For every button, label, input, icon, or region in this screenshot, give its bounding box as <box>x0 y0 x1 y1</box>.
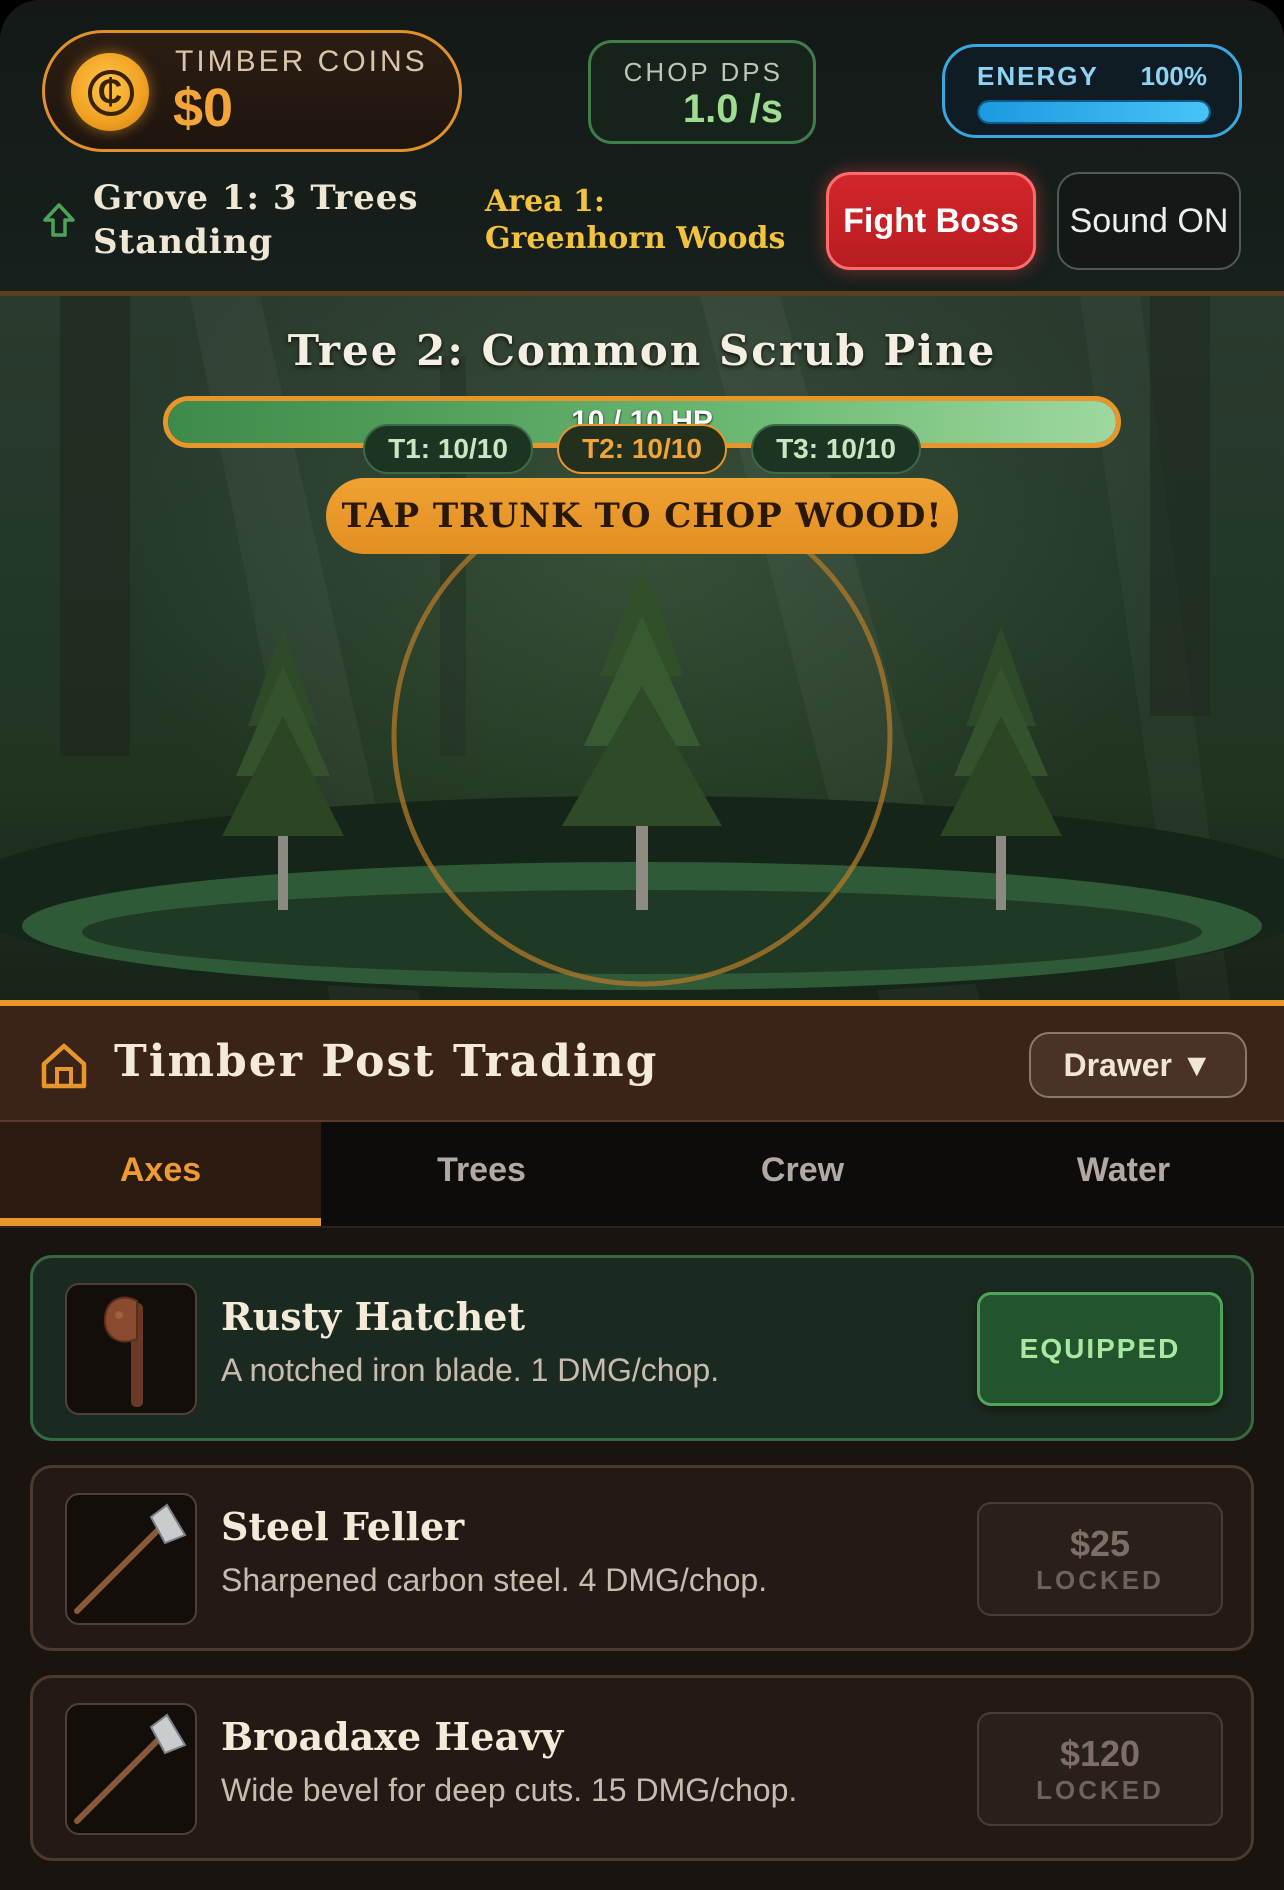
tree-chip-1[interactable]: T1: 10/10 <box>363 424 533 474</box>
drawer-toggle-button[interactable]: Drawer ▼ <box>1029 1032 1247 1098</box>
game-screen: ₵ TIMBER COINS $0 CHOP DPS 1.0 /s ENERGY… <box>0 0 1284 1890</box>
tree-chip-2[interactable]: T2: 10/10 <box>557 424 727 474</box>
tree-chip-3[interactable]: T3: 10/10 <box>751 424 921 474</box>
item-price: $25 <box>1069 1522 1131 1564</box>
list-item: Broadaxe Heavy Wide bevel for deep cuts.… <box>30 1675 1254 1861</box>
dps-label: CHOP DPS <box>623 57 783 87</box>
shop-title: Timber Post Trading <box>114 1036 659 1087</box>
item-name: Broadaxe Heavy <box>221 1714 564 1759</box>
buy-button-locked[interactable]: $120 LOCKED <box>977 1712 1223 1826</box>
sound-toggle-button[interactable]: Sound ON <box>1057 172 1241 270</box>
tab-crew[interactable]: Crew <box>642 1122 963 1226</box>
list-item: Rusty Hatchet A notched iron blade. 1 DM… <box>30 1255 1254 1441</box>
item-name: Rusty Hatchet <box>221 1294 526 1339</box>
steel-axe-icon <box>65 1493 197 1625</box>
area-name: Area 1: Greenhorn Woods <box>485 184 786 256</box>
item-list: Rusty Hatchet A notched iron blade. 1 DM… <box>30 1255 1254 1885</box>
equipped-button[interactable]: EQUIPPED <box>977 1292 1223 1406</box>
hud: ₵ TIMBER COINS $0 CHOP DPS 1.0 /s ENERGY… <box>0 0 1284 296</box>
dps-value: 1.0 /s <box>682 87 783 131</box>
coins-value: $0 <box>173 78 234 138</box>
forest-scene: Tree 2: Common Scrub Pine 10 / 10 HP T1:… <box>0 296 1284 1000</box>
item-description: Sharpened carbon steel. 4 DMG/chop. <box>221 1562 768 1598</box>
locked-label: LOCKED <box>1036 1774 1164 1805</box>
item-description: A notched iron blade. 1 DMG/chop. <box>221 1352 720 1388</box>
item-price: $120 <box>1059 1732 1141 1774</box>
shop-header: Timber Post Trading Drawer ▼ <box>0 1000 1284 1122</box>
equipped-label: EQUIPPED <box>1019 1333 1181 1364</box>
item-name: Steel Feller <box>221 1504 465 1549</box>
arrow-up-icon <box>43 203 75 237</box>
fight-boss-button[interactable]: Fight Boss <box>826 172 1036 270</box>
coins-label: TIMBER COINS <box>175 45 428 78</box>
tree-title: Tree 2: Common Scrub Pine <box>287 326 997 375</box>
energy-bar-fill <box>979 102 1209 122</box>
item-description: Wide bevel for deep cuts. 15 DMG/chop. <box>221 1772 798 1808</box>
list-item: Steel Feller Sharpened carbon steel. 4 D… <box>30 1465 1254 1651</box>
tab-trees[interactable]: Trees <box>321 1122 642 1226</box>
shop-tabs: Axes Trees Crew Water <box>0 1122 1284 1228</box>
tap-hint-banner: TAP TRUNK TO CHOP WOOD! <box>326 478 958 554</box>
energy-meter: ENERGY 100% <box>942 44 1242 138</box>
grove-status: Grove 1: 3 Trees Standing <box>93 178 419 262</box>
locked-label: LOCKED <box>1036 1564 1164 1595</box>
tab-water[interactable]: Water <box>963 1122 1284 1226</box>
buy-button-locked[interactable]: $25 LOCKED <box>977 1502 1223 1616</box>
coin-icon: ₵ <box>71 53 149 131</box>
broadaxe-icon <box>65 1703 197 1835</box>
chop-dps-display: CHOP DPS 1.0 /s <box>588 40 816 144</box>
home-icon <box>41 1043 87 1089</box>
energy-percent: 100% <box>1140 61 1208 91</box>
tab-axes[interactable]: Axes <box>0 1122 321 1226</box>
energy-label: ENERGY <box>977 61 1099 91</box>
coins-display: ₵ TIMBER COINS $0 <box>42 30 462 152</box>
rusty-hatchet-icon <box>65 1283 197 1415</box>
energy-bar <box>977 100 1211 124</box>
